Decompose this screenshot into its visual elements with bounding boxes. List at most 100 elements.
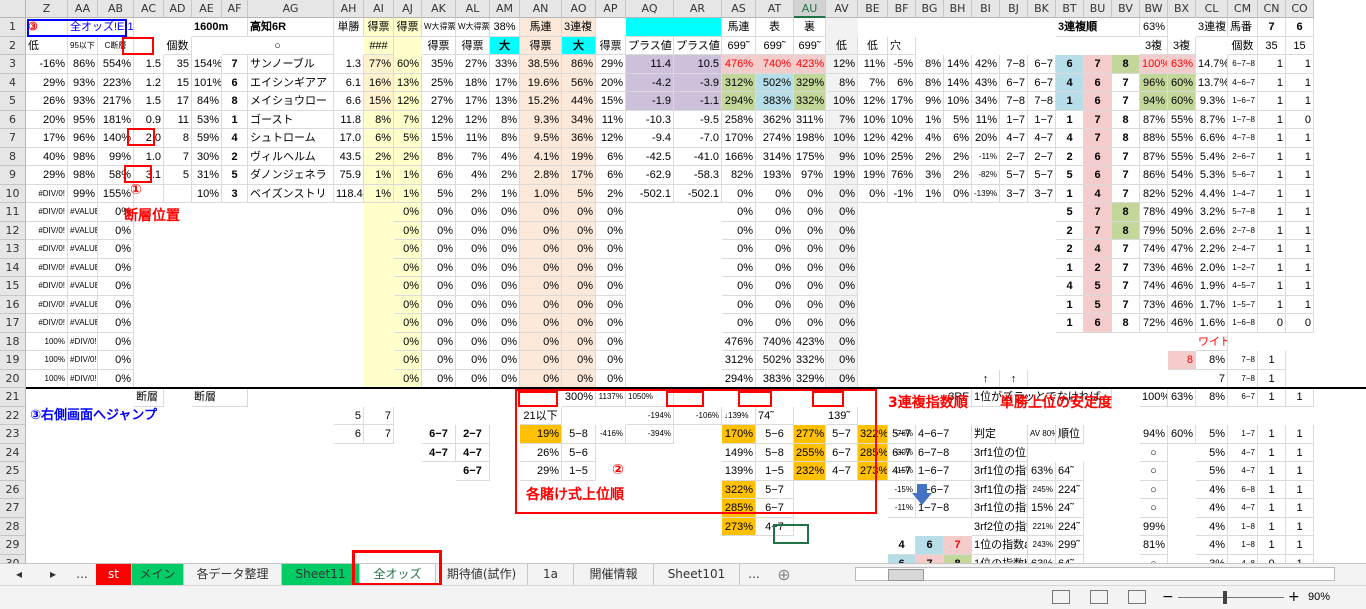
cell-bu15[interactable]: 5 bbox=[1084, 277, 1112, 296]
column-header-bj[interactable]: BJ bbox=[1000, 0, 1028, 18]
cell-aa5[interactable]: 93% bbox=[68, 92, 98, 111]
cell-z15[interactable]: #DIV/0! bbox=[26, 277, 68, 296]
cell-al10[interactable]: 2% bbox=[456, 184, 490, 203]
cell-co27[interactable]: 1 bbox=[1286, 499, 1314, 518]
cell-av18[interactable]: 0% bbox=[826, 332, 858, 351]
cell-ab13[interactable]: 0% bbox=[98, 240, 134, 259]
cell-ar8[interactable]: -41.0 bbox=[674, 147, 722, 166]
column-header-bk[interactable]: BK bbox=[1028, 0, 1056, 18]
cell-aj9[interactable]: 1% bbox=[394, 166, 422, 185]
cell-ak15[interactable]: 0% bbox=[422, 277, 456, 296]
cell-cn9[interactable]: 1 bbox=[1258, 166, 1286, 185]
cell-bh6[interactable]: 5% bbox=[944, 110, 972, 129]
cell-ab16[interactable]: 0% bbox=[98, 295, 134, 314]
cell-am14[interactable]: 0% bbox=[490, 258, 520, 277]
cell-aa12[interactable]: #VALUE! bbox=[68, 221, 98, 240]
cell-cl4[interactable]: 13.7% bbox=[1196, 73, 1228, 92]
cell-ao20[interactable]: 0% bbox=[562, 369, 596, 388]
cell-ai1[interactable]: 得票 bbox=[364, 18, 394, 37]
cell-co25[interactable]: 1 bbox=[1286, 462, 1314, 481]
cell-ab19[interactable]: 0% bbox=[98, 351, 134, 370]
page-break-preview-icon[interactable] bbox=[1128, 590, 1146, 604]
column-header-ae[interactable]: AE bbox=[192, 0, 222, 18]
tab-overflow-right[interactable]: ... bbox=[740, 564, 768, 585]
column-header-ap[interactable]: AP bbox=[596, 0, 626, 18]
column-header-av[interactable]: AV bbox=[826, 0, 858, 18]
cell-bx16[interactable]: 46% bbox=[1168, 295, 1196, 314]
cell-aq1[interactable] bbox=[626, 18, 722, 37]
cell-af5[interactable]: 8 bbox=[222, 92, 248, 111]
column-header-ad[interactable]: AD bbox=[164, 0, 192, 18]
cell-ab8[interactable]: 99% bbox=[98, 147, 134, 166]
cell-cn3[interactable]: 1 bbox=[1258, 55, 1286, 74]
cell-an13[interactable]: 0% bbox=[520, 240, 562, 259]
cell-al7[interactable]: 11% bbox=[456, 129, 490, 148]
cell-ab3[interactable]: 554% bbox=[98, 55, 134, 74]
cell-ak20[interactable]: 0% bbox=[422, 369, 456, 388]
cell-ar7[interactable]: -7.0 bbox=[674, 129, 722, 148]
cell-bu3[interactable]: 7 bbox=[1084, 55, 1112, 74]
cell-bf29[interactable]: 4 bbox=[888, 536, 916, 555]
cell-cl21[interactable]: 8% bbox=[1196, 388, 1228, 407]
cell-av14[interactable]: 0% bbox=[826, 258, 858, 277]
cell-bh29[interactable]: 7 bbox=[944, 536, 972, 555]
cell-bh4[interactable]: 14% bbox=[944, 73, 972, 92]
cell-at13[interactable]: 0% bbox=[756, 240, 794, 259]
cell-bt15[interactable]: 4 bbox=[1056, 277, 1084, 296]
cell-ad6[interactable]: 11 bbox=[164, 110, 192, 129]
cell-ah23[interactable]: 6 bbox=[334, 425, 364, 444]
cell-at3[interactable]: 740% bbox=[756, 55, 794, 74]
cell-bf9[interactable]: 76% bbox=[888, 166, 916, 185]
cell-z9[interactable]: 29% bbox=[26, 166, 68, 185]
cell-bt4[interactable]: 4 bbox=[1056, 73, 1084, 92]
cell-z14[interactable]: #DIV/0! bbox=[26, 258, 68, 277]
cell-ap7[interactable]: 12% bbox=[596, 129, 626, 148]
cell-au18[interactable]: 423% bbox=[794, 332, 826, 351]
cell-co13[interactable]: 1 bbox=[1286, 240, 1314, 259]
zoom-level[interactable]: 90% bbox=[1308, 591, 1330, 603]
cell-ar6[interactable]: -9.5 bbox=[674, 110, 722, 129]
cell-af2[interactable]: ○ bbox=[222, 36, 334, 55]
cell-ah10[interactable]: 118.4 bbox=[334, 184, 364, 203]
cell-bj9[interactable]: 5−7 bbox=[1000, 166, 1028, 185]
cell-aq10[interactable]: -502.1 bbox=[626, 184, 674, 203]
cell-ae3[interactable]: 154% bbox=[192, 55, 222, 74]
cell-bw12[interactable]: 79% bbox=[1140, 221, 1168, 240]
cell-cm29[interactable]: 1−8 bbox=[1228, 536, 1258, 555]
cell-ao19[interactable]: 0% bbox=[562, 351, 596, 370]
column-header-aq[interactable]: AQ bbox=[626, 0, 674, 18]
cell-z17[interactable]: #DIV/0! bbox=[26, 314, 68, 333]
cell-z8[interactable]: 40% bbox=[26, 147, 68, 166]
cell-bt23[interactable]: 順位 bbox=[1056, 425, 1084, 444]
cell-cl9[interactable]: 5.3% bbox=[1196, 166, 1228, 185]
cell-aq5[interactable]: -1.9 bbox=[626, 92, 674, 111]
cell-bt8[interactable]: 2 bbox=[1056, 147, 1084, 166]
cell-ap12[interactable]: 0% bbox=[596, 221, 626, 240]
cell-ar4[interactable]: -3.9 bbox=[674, 73, 722, 92]
cell-ai10[interactable]: 1% bbox=[364, 184, 394, 203]
zoom-out-icon[interactable]: − bbox=[1162, 589, 1174, 605]
cell-ab15[interactable]: 0% bbox=[98, 277, 134, 296]
cell-ao12[interactable]: 0% bbox=[562, 221, 596, 240]
cell-ab6[interactable]: 181% bbox=[98, 110, 134, 129]
cell-al9[interactable]: 4% bbox=[456, 166, 490, 185]
cell-al19[interactable]: 0% bbox=[456, 351, 490, 370]
cell-bk6[interactable]: 1−7 bbox=[1028, 110, 1056, 129]
cell-ao13[interactable]: 0% bbox=[562, 240, 596, 259]
active-cell-cursor[interactable] bbox=[773, 524, 809, 544]
cell-as11[interactable]: 0% bbox=[722, 203, 756, 222]
cell-bi9[interactable]: -82% bbox=[972, 166, 1000, 185]
tab-expected-value[interactable]: 期待値(試作) bbox=[436, 564, 528, 585]
cell-aa15[interactable]: #VALUE! bbox=[68, 277, 98, 296]
row-header-18[interactable]: 18 bbox=[0, 332, 26, 351]
cell-ao6[interactable]: 34% bbox=[562, 110, 596, 129]
horse-name-1[interactable]: サンノーブル bbox=[248, 55, 334, 74]
cell-am16[interactable]: 0% bbox=[490, 295, 520, 314]
cell-cl18[interactable]: ワイド bbox=[1196, 332, 1228, 351]
cell-as6[interactable]: 258% bbox=[722, 110, 756, 129]
cell-co24[interactable]: 1 bbox=[1286, 443, 1314, 462]
cell-am11[interactable]: 0% bbox=[490, 203, 520, 222]
cell-ak16[interactable]: 0% bbox=[422, 295, 456, 314]
zoom-in-icon[interactable]: + bbox=[1288, 589, 1300, 605]
cell-bj20[interactable]: ↑ bbox=[1000, 369, 1028, 388]
